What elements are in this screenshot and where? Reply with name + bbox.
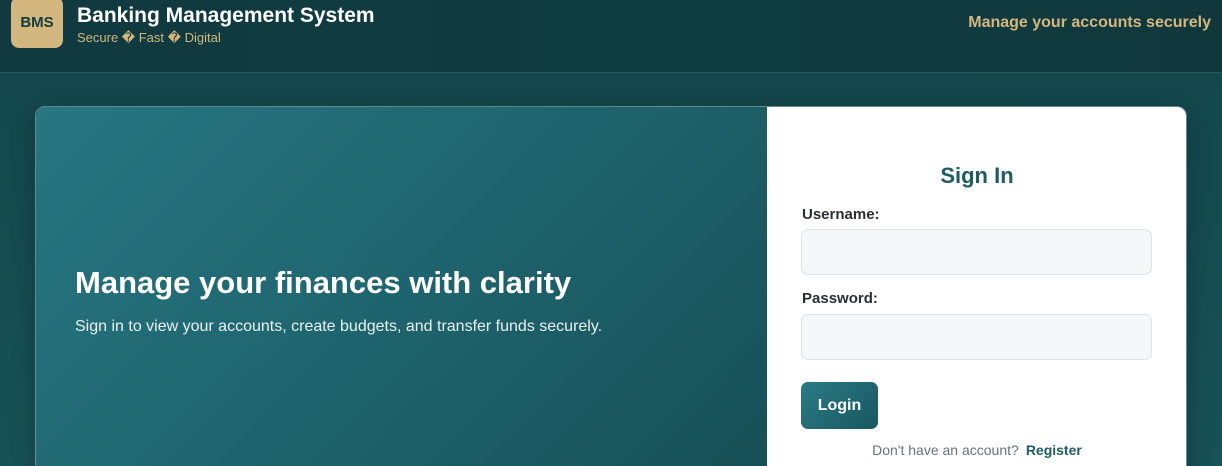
register-prompt-line: Don't have an account? Register [767, 442, 1186, 458]
signin-panel: Sign In Username: Password: Login Don't … [767, 107, 1186, 466]
register-prompt-text: Don't have an account? [872, 442, 1019, 458]
header-tagline: Manage your accounts securely [968, 14, 1211, 31]
password-input[interactable] [801, 314, 1152, 360]
hero-subtitle: Sign in to view your accounts, create bu… [75, 318, 603, 335]
hero-panel: Manage your finances with clarity Sign i… [36, 107, 767, 466]
top-header: BMS Banking Management System Secure � F… [0, 0, 1222, 73]
login-button[interactable]: Login [801, 382, 878, 429]
app-title: Banking Management System [77, 4, 375, 27]
register-link[interactable]: Register [1026, 442, 1082, 458]
app-subtitle: Secure � Fast � Digital [77, 30, 221, 45]
hero-title: Manage your finances with clarity [75, 265, 572, 300]
logo-badge: BMS [11, 0, 63, 48]
username-input[interactable] [801, 229, 1152, 275]
username-label: Username: [802, 206, 880, 223]
login-card: Manage your finances with clarity Sign i… [35, 106, 1187, 466]
signin-title: Sign In [940, 163, 1014, 188]
password-label: Password: [802, 290, 878, 307]
login-page: BMS Banking Management System Secure � F… [0, 0, 1222, 466]
